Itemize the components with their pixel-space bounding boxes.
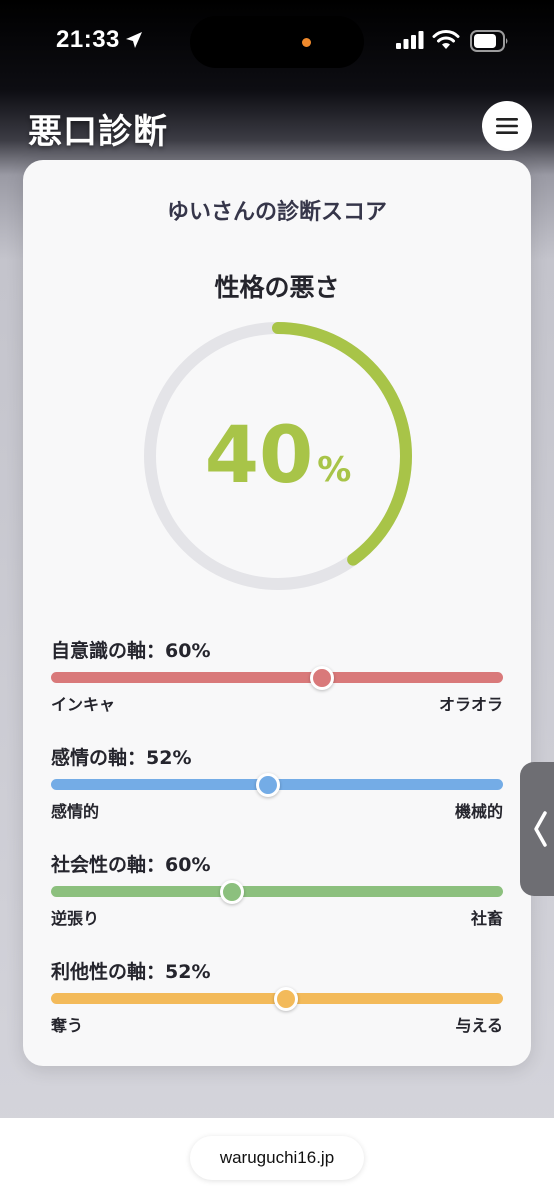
axis-left-label: 逆張り <box>51 909 100 928</box>
axis-altruism: 利他性の軸：52% 奪う 与える <box>51 959 503 1036</box>
axis-self-awareness: 自意識の軸：60% インキャ オラオラ <box>51 638 503 715</box>
axis-left-label: 奪う <box>51 1016 84 1035</box>
chevron-left-icon <box>534 811 547 847</box>
axis-knob <box>274 987 299 1011</box>
axis-track <box>51 880 503 904</box>
gauge-unit: % <box>317 450 352 490</box>
dynamic-island <box>190 16 364 68</box>
app-title: 悪口診断 <box>28 112 168 152</box>
menu-button[interactable] <box>482 101 532 151</box>
axis-emotion: 感情の軸：52% 感情的 機械的 <box>51 745 503 822</box>
axis-track <box>51 987 503 1011</box>
axis-sociality: 社会性の軸：60% 逆張り 社畜 <box>51 852 503 929</box>
axis-knob <box>310 666 335 690</box>
score-card: ゆいさんの診断スコア 性格の悪さ 40 % 自意識の軸：60% インキャ オラオ… <box>23 160 531 1066</box>
hamburger-menu-icon <box>496 118 518 134</box>
gauge-number: 40 <box>204 411 314 501</box>
status-bar: 21:33 <box>0 0 554 84</box>
axis-track <box>51 773 503 797</box>
card-heading: ゆいさんの診断スコア <box>166 200 387 225</box>
axis-right-label: 社畜 <box>470 909 503 928</box>
status-time: 21:33 <box>56 26 120 53</box>
gauge-title: 性格の悪さ <box>214 273 340 302</box>
axis-title: 感情の軸：52% <box>51 747 192 769</box>
gauge-value: 40 % <box>140 318 416 594</box>
url-bar[interactable]: waruguchi16.jp <box>190 1136 364 1180</box>
side-drawer-handle[interactable] <box>520 762 554 896</box>
axis-track <box>51 666 503 690</box>
cellular-signal-icon <box>396 31 424 49</box>
location-arrow-icon <box>126 32 142 48</box>
browser-bottom-bar: waruguchi16.jp <box>0 1118 554 1200</box>
wifi-icon <box>432 30 460 49</box>
axis-right-label: 機械的 <box>454 802 503 821</box>
axis-right-label: オラオラ <box>438 695 503 714</box>
axis-right-label: 与える <box>455 1016 503 1035</box>
axis-title: 自意識の軸：60% <box>51 640 211 662</box>
axis-knob <box>255 773 280 797</box>
axis-title: 社会性の軸：60% <box>51 854 211 876</box>
recording-indicator <box>302 38 311 47</box>
axis-knob <box>219 880 244 904</box>
axis-title: 利他性の軸：52% <box>51 961 211 983</box>
battery-icon <box>470 30 508 52</box>
axis-left-label: インキャ <box>51 695 116 714</box>
axis-left-label: 感情的 <box>51 802 100 821</box>
